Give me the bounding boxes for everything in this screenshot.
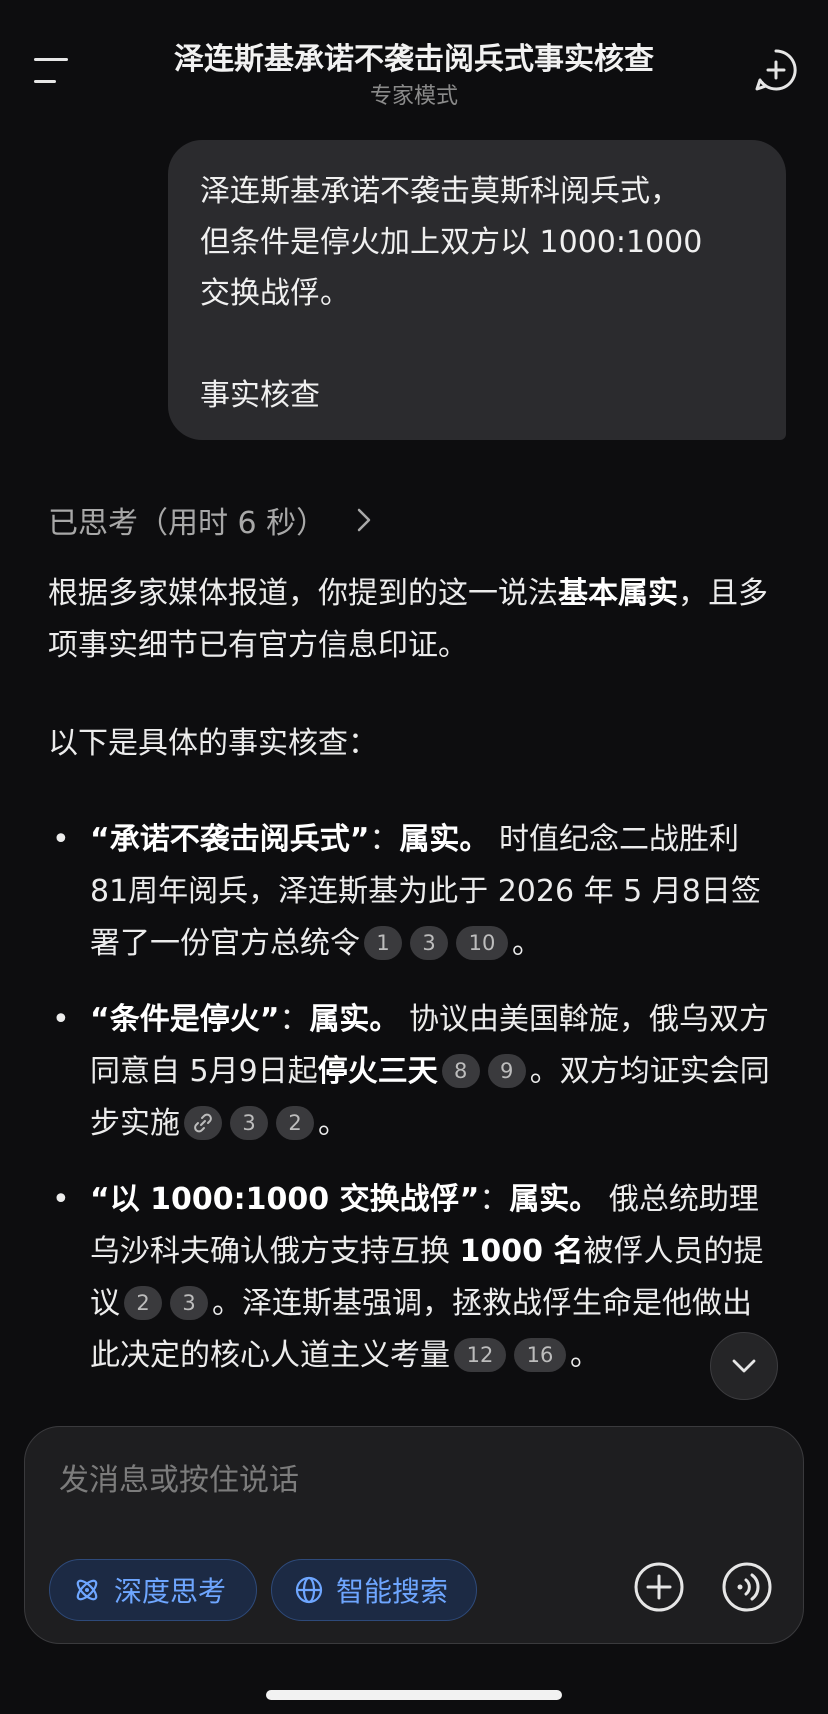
fact-check-list: “承诺不袭击阅兵式”：属实。 时值纪念二战胜利 81周年阅兵，泽连斯基为此于 2…: [48, 814, 780, 1382]
answer-section-heading: 以下是具体的事实核查：: [48, 726, 378, 761]
citation-badge[interactable]: 2: [276, 1105, 314, 1140]
answer-intro: 根据多家媒体报道，你提到的这一说法基本属实，且多项事实细节已有官方信息印证。: [48, 576, 768, 663]
list-item: “承诺不袭击阅兵式”：属实。 时值纪念二战胜利 81周年阅兵，泽连斯基为此于 2…: [48, 814, 780, 970]
citation-badge[interactable]: 16: [514, 1337, 566, 1372]
deep-think-label: 深度思考: [114, 1575, 227, 1608]
citation-badge[interactable]: 3: [410, 925, 448, 960]
citation-badge[interactable]: 2: [124, 1285, 162, 1320]
link-citation-badge[interactable]: [184, 1105, 222, 1140]
citation-badge[interactable]: 1: [364, 925, 402, 960]
top-bar: 泽连斯基承诺不袭击阅兵式事实核查 专家模式: [0, 0, 828, 120]
citation-badge[interactable]: 8: [441, 1053, 480, 1088]
link-icon: [194, 1113, 212, 1132]
chevron-right-icon: [357, 508, 371, 532]
thinking-label: 已思考（用时 6 秒）: [48, 506, 327, 541]
user-message-line: 交换战俘。: [200, 276, 350, 311]
mode-label: 专家模式: [369, 84, 458, 109]
new-chat-button[interactable]: [754, 48, 798, 92]
user-message-line: 泽连斯基承诺不袭击莫斯科阅兵式，: [200, 174, 680, 209]
smart-search-label: 智能搜索: [336, 1575, 449, 1608]
assistant-answer: 根据多家媒体报道，你提到的这一说法基本属实，且多项事实细节已有官方信息印证。 以…: [48, 568, 780, 1406]
page-title: 泽连斯基承诺不袭击阅兵式事实核查: [174, 42, 654, 77]
atom-icon: [76, 1579, 98, 1601]
add-chat-icon: [755, 49, 797, 91]
thinking-toggle[interactable]: 已思考（用时 6 秒）: [48, 498, 372, 542]
message-input[interactable]: [59, 1463, 659, 1498]
answer-intro-bold: 基本属实: [558, 576, 678, 611]
smart-search-toggle[interactable]: 智能搜索: [271, 1559, 477, 1621]
citation-badge[interactable]: 3: [230, 1105, 268, 1140]
voice-call-button[interactable]: [719, 1559, 775, 1615]
citation-badge[interactable]: 3: [170, 1285, 208, 1320]
globe-icon: [295, 1576, 323, 1604]
citation-badge[interactable]: 9: [487, 1053, 526, 1088]
voice-wave-icon: [722, 1562, 772, 1612]
citation-badge[interactable]: 12: [454, 1337, 506, 1372]
scroll-to-bottom-button[interactable]: [710, 1332, 778, 1400]
plus-circle-icon: [634, 1562, 684, 1612]
user-message-tail: 事实核查: [200, 378, 320, 413]
chevron-down-icon: [732, 1359, 756, 1373]
user-message-bubble: 泽连斯基承诺不袭击莫斯科阅兵式， 但条件是停火加上双方以 1000:1000 交…: [168, 140, 786, 440]
user-message-line: 但条件是停火加上双方以 1000:1000: [200, 225, 703, 260]
list-item: “条件是停火”：属实。 协议由美国斡旋，俄乌双方同意自 5月9日起停火三天89。…: [48, 994, 780, 1150]
list-item: “以 1000:1000 交换战俘”：属实。 俄总统助理乌沙科夫确认俄方支持互换…: [48, 1174, 780, 1382]
citation-badge[interactable]: 10: [456, 925, 508, 960]
message-composer: 深度思考 智能搜索: [24, 1426, 804, 1644]
deep-think-toggle[interactable]: 深度思考: [49, 1559, 257, 1621]
home-indicator: [266, 1690, 562, 1700]
attach-button[interactable]: [631, 1559, 687, 1615]
